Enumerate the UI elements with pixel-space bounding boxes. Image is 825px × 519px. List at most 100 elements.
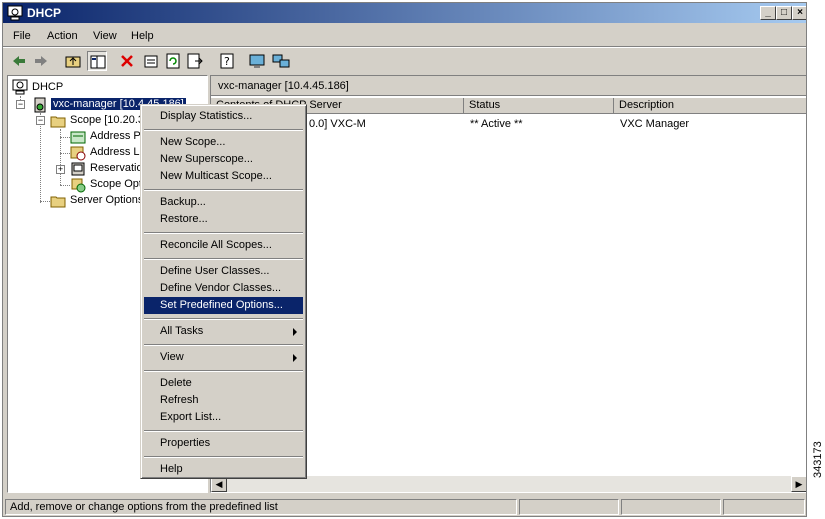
- menu-item-new-multicast-scope[interactable]: New Multicast Scope...: [144, 168, 303, 185]
- menu-separator: [144, 344, 303, 346]
- forward-icon[interactable]: [31, 51, 51, 71]
- scope-folder-icon: [50, 113, 66, 129]
- console-icon[interactable]: [247, 51, 267, 71]
- menu-separator: [144, 430, 303, 432]
- server-icon: [32, 97, 48, 113]
- column-header-status[interactable]: Status: [464, 98, 614, 114]
- delete-icon[interactable]: [117, 51, 137, 71]
- menu-separator: [144, 258, 303, 260]
- scroll-right-button[interactable]: ▶: [791, 476, 806, 492]
- address-leases-icon: [70, 145, 86, 161]
- menu-item-label: New Scope...: [160, 136, 226, 148]
- menu-item-label: Set Predefined Options...: [160, 299, 283, 311]
- status-panel-2: [519, 499, 619, 515]
- tree-line: [60, 137, 70, 138]
- details-header: vxc-manager [10.4.45.186]: [211, 76, 806, 96]
- tree-node-address-leases[interactable]: Address Le: [90, 146, 146, 158]
- context-menu: Display Statistics... New Scope... New S…: [140, 104, 307, 479]
- menu-item-new-superscope[interactable]: New Superscope...: [144, 151, 303, 168]
- tree-node-scope[interactable]: Scope [10.20.3: [70, 114, 144, 126]
- menu-bar: File Action View Help: [3, 25, 806, 45]
- column-header-description[interactable]: Description: [614, 98, 806, 114]
- toolbar: ?: [3, 49, 806, 73]
- tree-node-reservations[interactable]: Reservatio: [90, 162, 143, 174]
- figure-id: 343173: [812, 441, 824, 478]
- svg-text:?: ?: [224, 55, 230, 68]
- menu-item-restore[interactable]: Restore...: [144, 211, 303, 228]
- submenu-arrow-icon: [293, 328, 297, 336]
- menu-action[interactable]: Action: [47, 30, 78, 42]
- menu-item-display-statistics[interactable]: Display Statistics...: [144, 108, 303, 125]
- menu-item-label: New Superscope...: [160, 153, 253, 165]
- menu-separator: [144, 129, 303, 131]
- status-panel-4: [723, 499, 805, 515]
- help-icon[interactable]: ?: [217, 51, 237, 71]
- menu-item-backup[interactable]: Backup...: [144, 194, 303, 211]
- refresh-icon[interactable]: [163, 51, 183, 71]
- menu-separator: [144, 318, 303, 320]
- menu-item-define-user-classes[interactable]: Define User Classes...: [144, 263, 303, 280]
- tree-line: [60, 185, 70, 186]
- title-bar[interactable]: DHCP _ □ ×: [3, 3, 806, 23]
- dhcp-app-icon: [7, 5, 23, 21]
- tree-line: [60, 153, 70, 154]
- status-text-panel: Add, remove or change options from the p…: [5, 499, 517, 515]
- menu-item-all-tasks[interactable]: All Tasks: [144, 323, 303, 340]
- menu-item-label: View: [160, 351, 184, 363]
- menu-item-label: Export List...: [160, 411, 222, 423]
- menu-separator: [144, 456, 303, 458]
- menu-item-label: Backup...: [160, 196, 206, 208]
- row-name[interactable]: 0.0] VXC-M: [309, 118, 366, 130]
- menu-separator: [144, 370, 303, 372]
- row-description: VXC Manager: [620, 118, 690, 130]
- menu-item-label: Define User Classes...: [160, 265, 270, 277]
- menu-item-label: Help: [160, 463, 183, 475]
- menu-item-define-vendor-classes[interactable]: Define Vendor Classes...: [144, 280, 303, 297]
- menu-item-label: Restore...: [160, 213, 208, 225]
- collapse-server-toggle[interactable]: −: [16, 100, 25, 109]
- menu-item-view[interactable]: View: [144, 349, 303, 366]
- menu-item-label: New Multicast Scope...: [160, 170, 272, 182]
- status-text: Add, remove or change options from the p…: [10, 501, 278, 513]
- expand-reservations-toggle[interactable]: +: [56, 165, 65, 174]
- back-icon[interactable]: [9, 51, 29, 71]
- menu-item-export-list[interactable]: Export List...: [144, 409, 303, 426]
- menu-item-delete[interactable]: Delete: [144, 375, 303, 392]
- tree-node-scope-options[interactable]: Scope Opti: [90, 178, 144, 190]
- collapse-scope-toggle[interactable]: −: [36, 116, 45, 125]
- menu-item-label: Reconcile All Scopes...: [160, 239, 272, 251]
- menu-file[interactable]: File: [13, 30, 31, 42]
- maximize-button[interactable]: □: [776, 6, 792, 20]
- tree-node-server-options[interactable]: Server Options: [70, 194, 143, 206]
- tree-line: [40, 113, 41, 203]
- menu-view[interactable]: View: [93, 30, 117, 42]
- menu-item-properties[interactable]: Properties: [144, 435, 303, 452]
- details-header-title: vxc-manager [10.4.45.186]: [218, 80, 349, 92]
- menu-item-refresh[interactable]: Refresh: [144, 392, 303, 409]
- up-one-level-icon[interactable]: [63, 51, 83, 71]
- reservations-icon: [70, 161, 86, 177]
- status-panel-3: [621, 499, 721, 515]
- window-title: DHCP: [27, 6, 62, 20]
- minimize-button[interactable]: _: [760, 6, 776, 20]
- menu-item-reconcile-all-scopes[interactable]: Reconcile All Scopes...: [144, 237, 303, 254]
- menu-item-new-scope[interactable]: New Scope...: [144, 134, 303, 151]
- row-status: ** Active **: [470, 118, 523, 130]
- properties-icon[interactable]: [141, 51, 161, 71]
- show-hide-tree-icon[interactable]: [87, 51, 107, 71]
- network-icon[interactable]: [271, 51, 291, 71]
- tree-node-address-pool[interactable]: Address Po: [90, 130, 147, 142]
- menu-item-label: Properties: [160, 437, 211, 449]
- scope-options-icon: [70, 177, 86, 193]
- address-pool-icon: [70, 129, 86, 145]
- export-list-icon[interactable]: [185, 51, 205, 71]
- dhcp-root-icon: [12, 79, 28, 95]
- dhcp-window: DHCP _ □ × File Action View Help ? DHCP …: [2, 2, 807, 517]
- server-options-icon: [50, 193, 66, 209]
- menu-help[interactable]: Help: [131, 30, 154, 42]
- close-button[interactable]: ×: [792, 6, 806, 20]
- menu-item-label: All Tasks: [160, 325, 204, 337]
- tree-node-dhcp[interactable]: DHCP: [32, 81, 63, 93]
- menu-item-help[interactable]: Help: [144, 461, 303, 478]
- menu-item-set-predefined-options[interactable]: Set Predefined Options...: [144, 297, 303, 314]
